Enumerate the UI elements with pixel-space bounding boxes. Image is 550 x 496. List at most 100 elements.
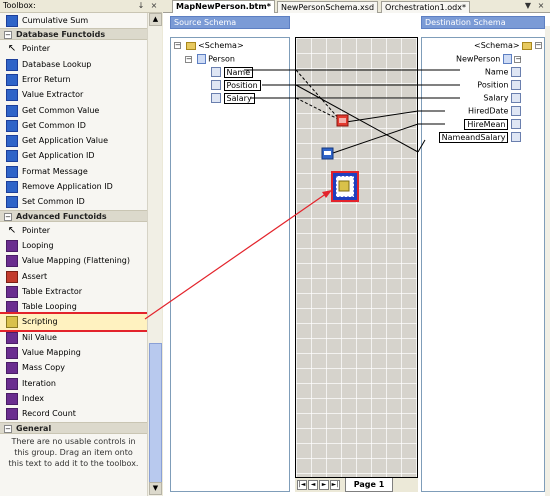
tab-list-dropdown-icon[interactable]: ▼	[523, 1, 533, 11]
first-page-icon[interactable]: |◄	[297, 480, 307, 490]
tab-new-person-schema[interactable]: NewPersonSchema.xsd	[277, 1, 379, 13]
field-icon	[211, 93, 221, 103]
record-icon	[196, 54, 206, 64]
tab-map-new-person[interactable]: MapNewPerson.btm*	[172, 0, 275, 13]
pin-icon[interactable]: ↓	[136, 1, 146, 11]
toolbox-item-label: Error Return	[22, 74, 71, 84]
toolbox-item-nil-value[interactable]: Nil Value	[0, 330, 147, 346]
destination-field-salary[interactable]: Salary	[483, 93, 521, 104]
field-icon	[511, 106, 521, 116]
collapse-icon[interactable]: −	[174, 42, 181, 49]
collapse-icon[interactable]: −	[4, 424, 12, 433]
collapse-icon[interactable]: −	[185, 55, 192, 63]
next-page-icon[interactable]: ►	[319, 480, 329, 490]
toolbox-item-format-message[interactable]: Format Message	[0, 164, 147, 180]
toolbox-general-message: There are no usable controls in this gro…	[8, 437, 139, 468]
toolbox-item-mass-copy[interactable]: Mass Copy	[0, 360, 147, 376]
toolbox-item-database-lookup[interactable]: Database Lookup	[0, 57, 147, 73]
source-field-name[interactable]: Name	[211, 66, 254, 78]
document-tabs: MapNewPerson.btm* NewPersonSchema.xsd Or…	[163, 0, 550, 13]
mass-copy-icon	[6, 362, 18, 375]
toolbox-item-scripting[interactable]: Scripting	[0, 312, 147, 333]
destination-field-position[interactable]: Position	[477, 80, 521, 91]
get-application-value-icon	[6, 135, 18, 148]
toolbox-item-label: Set Common ID	[22, 197, 85, 207]
collapse-icon[interactable]: −	[4, 31, 12, 40]
toolbox-item-value-mapping[interactable]: Value Mapping	[0, 345, 147, 361]
source-record-person[interactable]: − Person	[185, 54, 235, 65]
destination-field-hireddate[interactable]: HiredDate	[468, 106, 521, 117]
toolbox-item-get-common-id[interactable]: Get Common ID	[0, 118, 147, 134]
toolbox-item-assert[interactable]: Assert	[0, 269, 147, 285]
collapse-icon[interactable]: −	[514, 55, 522, 63]
toolbox-item-table-looping[interactable]: Table Looping	[0, 299, 147, 315]
destination-record-newperson[interactable]: NewPerson −	[456, 54, 523, 65]
toolbox-item-label: Pointer	[22, 225, 51, 235]
toolbox-item-pointer[interactable]: ↖ Pointer	[0, 41, 147, 57]
toolbox-item-label: Get Common ID	[22, 120, 86, 130]
mapping-grid[interactable]	[295, 37, 418, 478]
index-icon	[6, 392, 18, 405]
toolbox-item-label: Value Mapping (Flattening)	[22, 256, 130, 266]
value-extractor-icon	[6, 89, 18, 102]
toolbox-section-general[interactable]: − General	[0, 421, 147, 434]
toolbox-section-database-functoids[interactable]: − Database Functoids	[0, 28, 147, 41]
destination-field-name[interactable]: Name	[485, 67, 521, 78]
toolbox-item-index[interactable]: Index	[0, 391, 147, 407]
toolbox-item-iteration[interactable]: Iteration	[0, 376, 147, 392]
scroll-up-icon[interactable]: ▲	[149, 13, 162, 26]
last-page-icon[interactable]: ►|	[330, 480, 340, 490]
collapse-icon[interactable]: −	[534, 42, 542, 49]
destination-field-hiremean[interactable]: HireMean	[464, 118, 521, 130]
source-field-salary[interactable]: Salary	[211, 92, 255, 104]
toolbox-item-value-mapping-flattening[interactable]: Value Mapping (Flattening)	[0, 253, 147, 269]
toolbox-item-label: Value Mapping	[22, 348, 81, 357]
iteration-icon	[6, 377, 18, 390]
collapse-icon[interactable]: −	[4, 212, 12, 221]
field-icon	[211, 67, 221, 77]
toolbox-item-get-application-id[interactable]: Get Application ID	[0, 148, 147, 164]
toolbox-title: Toolbox:	[3, 1, 36, 10]
toolbox-item-looping[interactable]: Looping	[0, 238, 147, 254]
table-extractor-icon	[6, 285, 18, 298]
toolbox-scrollbar[interactable]: ▲ ▼	[147, 13, 162, 496]
close-icon[interactable]: ×	[149, 1, 159, 11]
toolbox-item-label: Mass Copy	[22, 363, 65, 373]
tab-orchestration[interactable]: Orchestration1.odx*	[381, 1, 470, 13]
toolbox-item-set-common-id[interactable]: Set Common ID	[0, 194, 147, 210]
record-icon	[502, 54, 512, 64]
looping-icon	[6, 239, 18, 252]
toolbox-item-value-extractor[interactable]: Value Extractor	[0, 87, 147, 103]
field-icon	[211, 80, 221, 90]
toolbox-item-pointer[interactable]: ↖ Pointer	[0, 223, 147, 239]
toolbox-section-label: General	[16, 423, 52, 433]
toolbox-item-error-return[interactable]: Error Return	[0, 72, 147, 88]
toolbox-item-record-count[interactable]: Record Count	[0, 406, 147, 422]
destination-schema-tree: <Schema> − NewPerson − Name Position Sal…	[421, 37, 545, 492]
scroll-thumb[interactable]	[149, 343, 162, 493]
table-looping-icon	[6, 301, 18, 314]
destination-root-node[interactable]: <Schema> −	[474, 41, 544, 51]
toolbox-list: Cumulative Sum − Database Functoids ↖ Pointe…	[0, 13, 147, 496]
scroll-down-icon[interactable]: ▼	[149, 482, 162, 495]
destination-field-nameandsalary[interactable]: NameandSalary	[438, 131, 521, 143]
tab-page-1[interactable]: Page 1	[345, 478, 393, 492]
source-field-position[interactable]: Position	[211, 79, 261, 91]
source-root-node[interactable]: − <Schema>	[174, 41, 244, 51]
toolbox-item-get-application-value[interactable]: Get Application Value	[0, 133, 147, 149]
toolbox-item-label: Nil Value	[22, 332, 57, 342]
cumulative-sum-icon	[6, 15, 18, 27]
field-icon	[511, 93, 521, 103]
toolbox-item-label: Index	[22, 393, 45, 403]
close-document-icon[interactable]: ×	[536, 1, 546, 11]
designer-scrollbar[interactable]	[545, 26, 550, 496]
prev-page-icon[interactable]: ◄	[308, 480, 318, 490]
database-lookup-icon	[6, 58, 18, 71]
toolbox-item-remove-application-id[interactable]: Remove Application ID	[0, 179, 147, 195]
toolbox-item-cumulative-sum[interactable]: Cumulative Sum	[0, 13, 147, 29]
toolbox-item-get-common-value[interactable]: Get Common Value	[0, 103, 147, 119]
toolbox-item-table-extractor[interactable]: Table Extractor	[0, 284, 147, 300]
scripting-icon	[6, 316, 18, 329]
toolbox-item-label: Get Application ID	[22, 151, 95, 161]
toolbox-section-advanced-functoids[interactable]: − Advanced Functoids	[0, 209, 147, 222]
